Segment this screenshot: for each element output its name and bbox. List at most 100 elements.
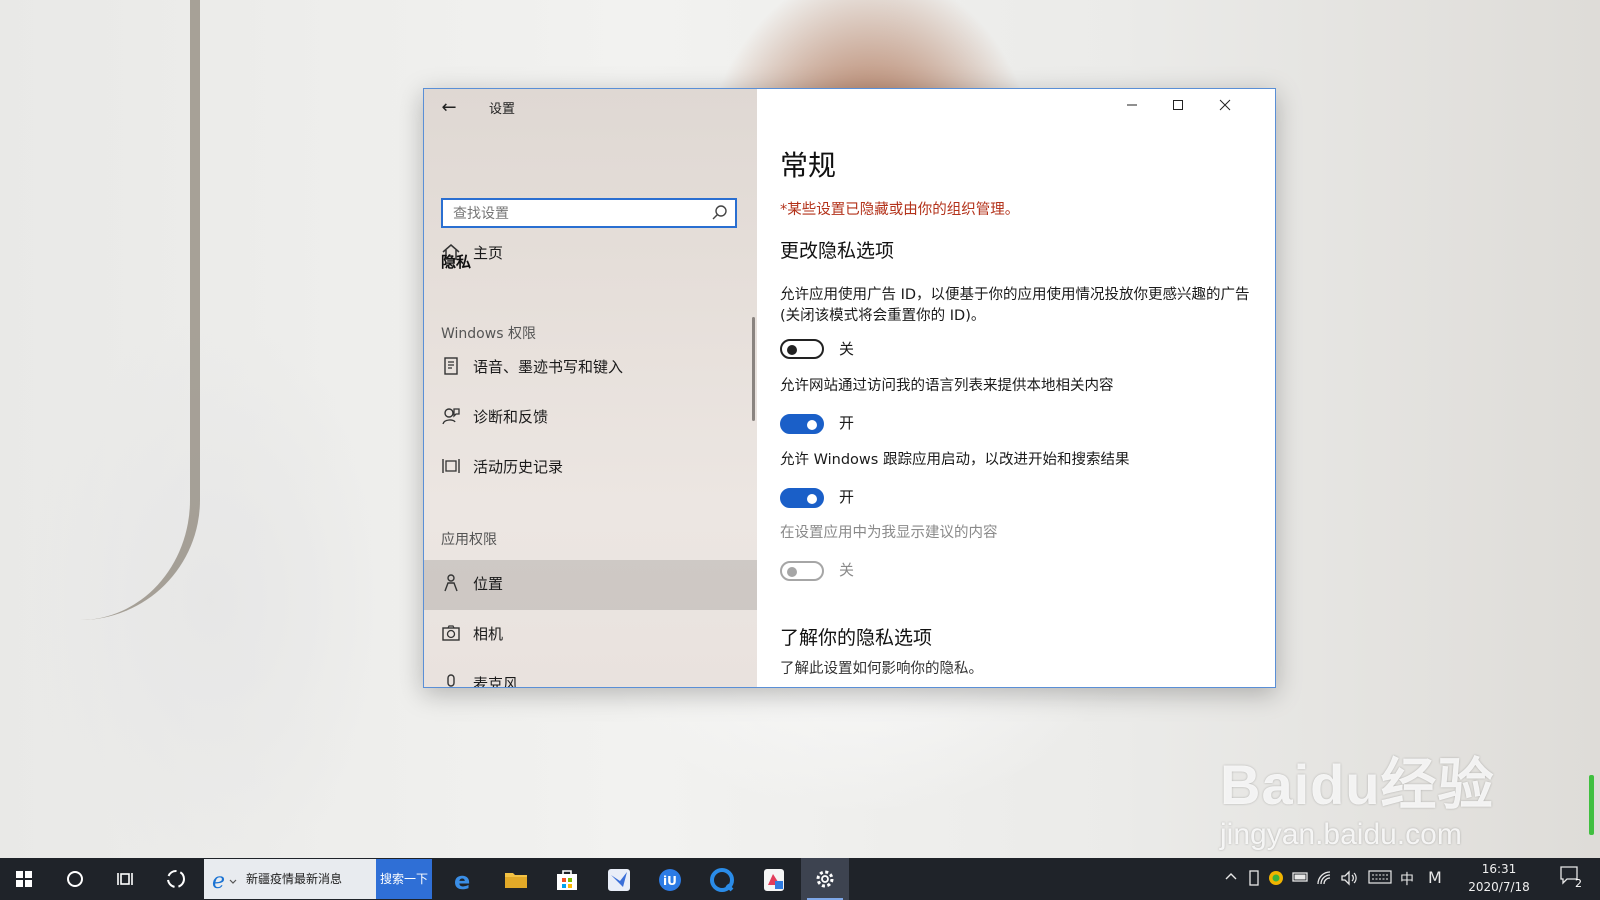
search-box[interactable] <box>441 198 737 228</box>
page-title: 常规 <box>780 149 837 182</box>
sidebar-item-microphone[interactable]: 麦克风 <box>424 660 757 688</box>
store-icon <box>557 870 577 890</box>
svg-text:iU: iU <box>663 874 677 888</box>
toggle-advertising-id[interactable] <box>780 339 824 359</box>
speech-ink-icon <box>440 355 462 377</box>
action-center-button[interactable]: 2 <box>1559 865 1589 893</box>
taskbar: e 新疆疫情最新消息 搜索一下 e iU 中 M 16:31 2020/7/18… <box>0 858 1600 900</box>
managed-notice: *某些设置已隐藏或由你的组织管理。 <box>780 202 1020 218</box>
bird-app-icon <box>608 869 630 891</box>
svg-text:e: e <box>212 869 225 892</box>
close-icon <box>1219 99 1231 111</box>
option-suggested-content: 在设置应用中为我显示建议的内容 <box>780 525 998 541</box>
task-view-icon <box>117 873 133 885</box>
ime-language[interactable]: 中 <box>1400 869 1414 889</box>
edge-icon: e <box>454 867 470 893</box>
taskbar-app-file-explorer[interactable] <box>491 858 539 900</box>
ie-icon: e <box>212 869 237 892</box>
clock-date[interactable]: 2020/7/18 <box>1464 880 1534 894</box>
sidebar-item-label: 相机 <box>473 625 504 643</box>
maximize-icon <box>1173 100 1183 110</box>
section-title-privacy: 隐私 <box>441 253 472 271</box>
windows-logo-icon <box>16 871 32 887</box>
toggle-language-list[interactable] <box>780 414 824 434</box>
toggle-state-label: 开 <box>839 488 855 506</box>
sidebar-item-label: 主页 <box>473 244 504 262</box>
maximize-button[interactable] <box>1155 89 1201 121</box>
network-icon[interactable] <box>1316 870 1334 890</box>
section-title-learn-privacy: 了解你的隐私选项 <box>780 627 933 649</box>
location-icon <box>440 572 462 594</box>
toggle-track-app-launches[interactable] <box>780 488 824 508</box>
search-input[interactable] <box>451 203 705 225</box>
desktop-wallpaper: Baidu经验 jingyan.baidu.com ← 设置 主页 隐私 Win… <box>0 0 1600 900</box>
microphone-icon <box>440 672 462 687</box>
news-headline[interactable]: 新疆疫情最新消息 <box>246 870 342 887</box>
taskbar-app-store[interactable] <box>542 858 590 900</box>
baidu-watermark: Baidu经验 jingyan.baidu.com <box>1220 740 1580 860</box>
toggle-state-label: 关 <box>839 340 855 358</box>
search-icon[interactable] <box>711 204 729 222</box>
navigation-pane: ← 设置 主页 隐私 Windows 权限 语音、墨迹书写和 <box>424 89 757 687</box>
tray-overflow-chevron-icon[interactable] <box>1224 870 1238 888</box>
sidebar-item-location[interactable]: 位置 <box>424 560 757 610</box>
folder-icon <box>505 873 527 888</box>
task-view-button[interactable] <box>101 858 149 900</box>
start-button[interactable] <box>0 858 48 900</box>
minimize-button[interactable] <box>1109 89 1155 121</box>
watermark-main: Baidu经验 <box>1220 753 1495 816</box>
activity-history-icon <box>440 455 462 477</box>
option-track-app-launches: 允许 Windows 跟踪应用启动，以改进开始和搜索结果 <box>780 452 1130 468</box>
taskbar-app-swirl[interactable] <box>152 858 200 900</box>
news-search-button[interactable]: 搜索一下 <box>376 859 432 899</box>
sidebar-item-home[interactable]: 主页 <box>424 229 757 277</box>
browser-app-icon <box>710 868 734 892</box>
svg-text:e: e <box>454 867 470 893</box>
sidebar-item-label: 诊断和反馈 <box>473 408 549 426</box>
minimize-icon <box>1127 104 1137 106</box>
volume-icon[interactable] <box>1340 870 1358 890</box>
taskbar-app-bird[interactable] <box>594 858 642 900</box>
sidebar-item-activity-history[interactable]: 活动历史记录 <box>424 443 757 491</box>
cortana-icon <box>67 871 83 887</box>
tray-security-icon[interactable] <box>1268 870 1284 890</box>
sidebar-item-label: 麦克风 <box>473 675 519 688</box>
group-label-app-permissions: 应用权限 <box>441 532 497 548</box>
taskbar-app-reader[interactable] <box>749 858 797 900</box>
content-pane: 常规 *某些设置已隐藏或由你的组织管理。 更改隐私选项 允许应用使用广告 ID，… <box>757 89 1275 687</box>
toggle-knob <box>787 345 797 355</box>
sidebar-item-diagnostics[interactable]: 诊断和反馈 <box>424 393 757 441</box>
option-language-list: 允许网站通过访问我的语言列表来提供本地相关内容 <box>780 378 1114 394</box>
battery-icon[interactable] <box>1292 870 1310 888</box>
wallpaper-shower-hose <box>30 0 200 620</box>
sidebar-item-speech-inking[interactable]: 语音、墨迹书写和键入 <box>424 343 757 391</box>
taskbar-app-settings[interactable] <box>801 858 849 900</box>
iu-app-icon: iU <box>659 869 681 891</box>
back-button[interactable]: ← <box>436 95 462 121</box>
clock-time[interactable]: 16:31 <box>1464 862 1534 876</box>
tray-device-icon[interactable] <box>1248 870 1260 890</box>
sidebar-item-label: 位置 <box>473 575 504 593</box>
sidebar-item-label: 语音、墨迹书写和键入 <box>473 358 624 376</box>
learn-privacy-link[interactable]: 了解此设置如何影响你的隐私。 <box>780 657 983 678</box>
taskbar-app-browser[interactable] <box>697 858 745 900</box>
taskbar-app-iu[interactable]: iU <box>645 858 693 900</box>
window-title: 设置 <box>489 102 516 117</box>
taskbar-app-edge[interactable]: e <box>439 858 487 900</box>
sidebar-item-camera[interactable]: 相机 <box>424 610 757 658</box>
toggle-knob <box>807 420 817 430</box>
sidebar-scrollbar[interactable] <box>752 317 755 421</box>
toggle-state-label: 开 <box>839 414 855 432</box>
ime-mode[interactable]: M <box>1428 868 1442 887</box>
cortana-button[interactable] <box>51 858 99 900</box>
news-widget[interactable]: e 新疆疫情最新消息 <box>204 859 376 899</box>
feedback-icon <box>440 405 462 427</box>
system-tray: 中 M 16:31 2020/7/18 2 <box>1224 858 1600 900</box>
sidebar-item-label: 活动历史记录 <box>473 458 564 476</box>
close-button[interactable] <box>1202 89 1248 121</box>
toggle-suggested-content <box>780 561 824 581</box>
keyboard-icon[interactable] <box>1368 870 1392 888</box>
notification-count: 2 <box>1575 877 1582 890</box>
swirl-app-icon <box>167 870 185 888</box>
toggle-knob <box>807 494 817 504</box>
